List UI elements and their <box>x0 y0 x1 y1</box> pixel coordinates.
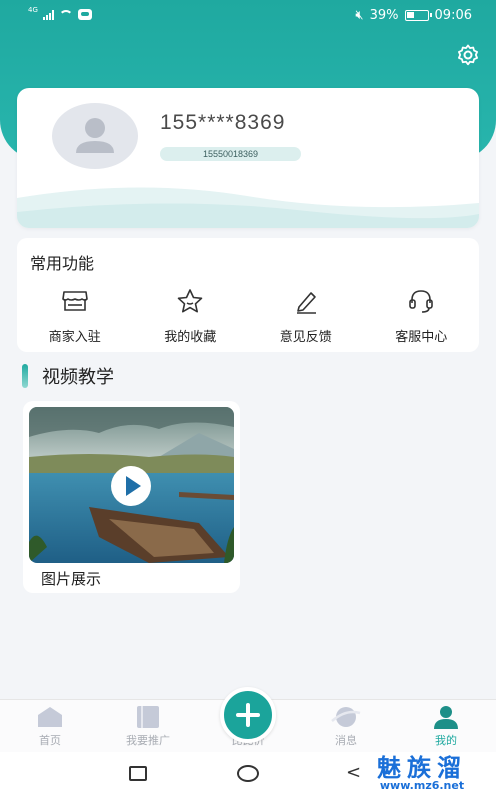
phone-number-badge: 15550018369 <box>160 147 301 161</box>
pencil-icon <box>296 292 316 314</box>
video-title: 图片展示 <box>41 570 102 588</box>
settings-gear-icon[interactable] <box>456 43 480 67</box>
tab-label: 我的 <box>435 734 457 747</box>
tab-messages[interactable]: 消息 <box>306 700 386 753</box>
avatar-placeholder-icon <box>76 118 114 153</box>
my-favorites-button[interactable]: 我的收藏 <box>133 288 249 345</box>
status-right: 🔇︎ 39% 09:06 <box>355 8 472 23</box>
home-nav-button[interactable] <box>237 765 259 782</box>
video-thumbnail[interactable] <box>29 407 234 563</box>
decorative-waves <box>17 187 479 228</box>
masked-phone: 155****8369 <box>160 111 286 134</box>
play-icon[interactable] <box>109 464 153 508</box>
system-navigation-bar: < 魅族溜 www.mz6.net <box>0 752 496 796</box>
tab-label: 我要推广 <box>126 734 170 747</box>
watermark-url: www.mz6.net <box>379 779 465 792</box>
headset-icon <box>409 290 434 313</box>
video-card[interactable]: 图片展示 <box>23 401 240 593</box>
function-list: 商家入驻 我的收藏 意见反馈 客服中心 <box>17 288 479 345</box>
mute-icon: 🔇︎ <box>355 8 364 23</box>
function-label: 意见反馈 <box>279 330 332 345</box>
signal-icon <box>42 9 54 20</box>
book-icon <box>137 706 159 728</box>
plus-icon <box>236 703 260 727</box>
star-icon <box>177 289 203 313</box>
planet-icon <box>331 707 361 727</box>
tab-home[interactable]: 首页 <box>10 700 90 753</box>
function-label: 我的收藏 <box>164 330 217 345</box>
tab-label: 首页 <box>39 734 61 747</box>
status-left: 4G <box>28 5 92 20</box>
battery-level <box>406 12 414 18</box>
profile-card: 155****8369 15550018369 <box>17 88 479 228</box>
common-functions-title: 常用功能 <box>30 254 95 273</box>
network-label: 4G <box>28 5 38 14</box>
common-functions-card: 常用功能 商家入驻 我的收藏 意见反馈 客服中心 <box>17 238 479 352</box>
avatar[interactable] <box>52 103 138 169</box>
tab-label: 消息 <box>335 734 357 747</box>
customer-service-button[interactable]: 客服中心 <box>364 288 480 345</box>
store-icon <box>61 291 88 311</box>
user-icon <box>434 706 458 729</box>
recent-apps-button[interactable] <box>129 766 147 781</box>
video-section-title: 视频教学 <box>42 367 114 388</box>
message-notification-icon <box>77 9 92 20</box>
watermark-text: 魅族溜 <box>377 754 467 782</box>
feedback-button[interactable]: 意见反馈 <box>248 288 364 345</box>
back-nav-button[interactable]: < <box>346 762 361 783</box>
status-bar: 4G 🔇︎ 39% 09:06 <box>0 0 496 32</box>
watermark: 魅族溜 www.mz6.net <box>362 756 482 792</box>
merchant-join-button[interactable]: 商家入驻 <box>17 288 133 345</box>
compare-fab-button[interactable] <box>220 687 276 743</box>
battery-icon <box>404 10 432 21</box>
function-label: 客服中心 <box>395 330 448 345</box>
tab-promote[interactable]: 我要推广 <box>108 700 188 753</box>
function-label: 商家入驻 <box>48 330 101 345</box>
video-section-header: 视频教学 <box>22 363 114 389</box>
wifi-icon <box>58 9 73 20</box>
tab-mine[interactable]: 我的 <box>406 700 486 753</box>
home-icon <box>38 707 62 727</box>
section-accent-bar <box>22 364 28 388</box>
clock: 09:06 <box>434 8 472 23</box>
battery-percent: 39% <box>369 8 399 23</box>
